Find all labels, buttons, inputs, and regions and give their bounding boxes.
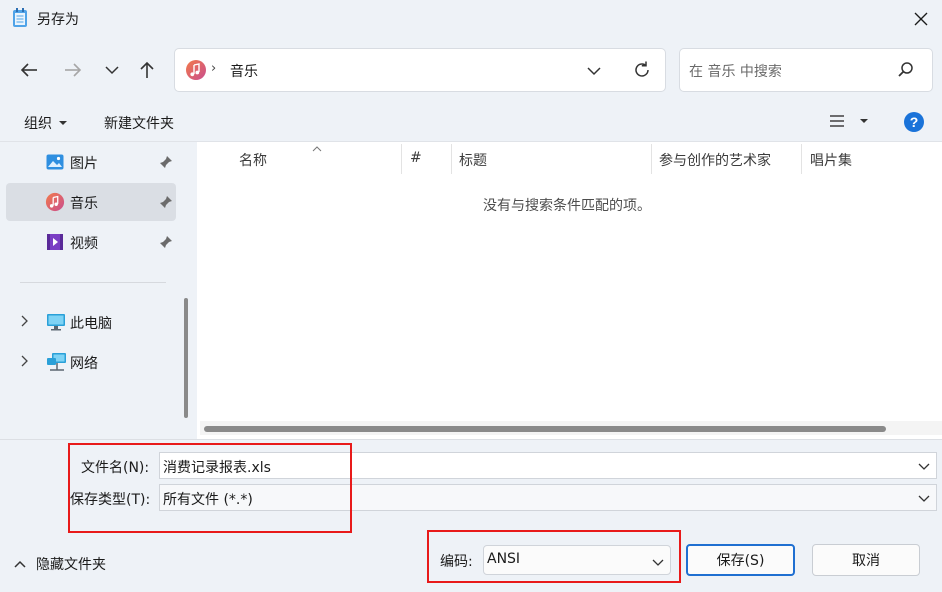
chevron-up-icon <box>14 560 26 568</box>
view-options-button[interactable] <box>829 114 869 128</box>
hide-folders-label: 隐藏文件夹 <box>36 557 106 573</box>
sidebar-item-label: 图片 <box>70 156 98 172</box>
chevron-down-icon <box>105 66 119 75</box>
column-divider[interactable] <box>651 144 652 174</box>
sidebar-item-label: 此电脑 <box>70 316 112 332</box>
sidebar-item-this-pc[interactable]: 此电脑 <box>6 303 176 341</box>
sidebar-item-network[interactable]: 网络 <box>6 343 176 381</box>
sidebar-item-videos[interactable]: 视频 <box>6 223 176 261</box>
window-title: 另存为 <box>37 12 79 28</box>
column-header-album[interactable]: 唱片集 <box>810 150 852 170</box>
divider <box>20 282 166 283</box>
refresh-button[interactable] <box>632 60 652 84</box>
pin-icon[interactable] <box>159 235 173 253</box>
music-icon <box>45 192 65 216</box>
refresh-icon <box>635 61 649 77</box>
organize-label: 组织 <box>24 116 52 132</box>
empty-list-message: 没有与搜索条件匹配的项。 <box>483 198 651 214</box>
search-icon[interactable] <box>897 61 915 83</box>
close-button[interactable] <box>900 4 942 34</box>
notepad-icon <box>12 8 28 28</box>
breadcrumb-chevron-icon: › <box>211 61 217 76</box>
help-button[interactable]: ? <box>904 112 924 136</box>
search-placeholder: 在 音乐 中搜索 <box>689 64 782 80</box>
column-header-title[interactable]: 标题 <box>459 150 487 170</box>
svg-text:?: ? <box>910 114 919 130</box>
new-folder-button[interactable]: 新建文件夹 <box>104 113 174 133</box>
navigation-pane: 图片 音乐 视频 此电脑 网络 <box>0 142 196 439</box>
sidebar-item-label: 网络 <box>70 356 98 372</box>
list-view-icon <box>830 115 844 127</box>
forward-arrow-icon <box>65 63 82 77</box>
chevron-down-icon[interactable] <box>918 459 930 475</box>
recent-locations-button[interactable] <box>96 54 128 86</box>
videos-icon <box>46 233 64 255</box>
up-button[interactable] <box>131 54 163 86</box>
caret-down-icon <box>59 121 67 125</box>
column-header-number[interactable]: # <box>410 150 422 166</box>
highlight-box <box>427 530 681 583</box>
up-arrow-icon <box>140 61 154 78</box>
file-list <box>197 142 942 439</box>
back-button[interactable] <box>13 54 45 86</box>
pictures-icon <box>46 153 64 175</box>
highlight-box <box>68 443 352 533</box>
sidebar-item-label: 音乐 <box>70 196 98 212</box>
column-divider[interactable] <box>801 144 802 174</box>
breadcrumb-music[interactable]: 音乐 <box>230 61 258 81</box>
sidebar-item-pictures[interactable]: 图片 <box>6 143 176 181</box>
hide-folders-toggle[interactable]: 隐藏文件夹 <box>14 554 106 574</box>
save-button[interactable]: 保存(S) <box>686 544 795 576</box>
sidebar-item-music[interactable]: 音乐 <box>6 183 176 221</box>
sidebar-scrollbar[interactable] <box>184 298 188 418</box>
back-arrow-icon <box>20 63 37 77</box>
column-divider[interactable] <box>451 144 452 174</box>
cancel-button[interactable]: 取消 <box>812 544 920 576</box>
chevron-down-icon <box>587 67 601 76</box>
sidebar-item-label: 视频 <box>70 236 98 252</box>
chevron-right-icon[interactable] <box>19 314 29 332</box>
help-icon: ? <box>904 112 924 132</box>
close-icon <box>914 12 928 26</box>
column-header-name[interactable]: 名称 <box>239 150 267 170</box>
caret-down-icon <box>860 119 868 123</box>
horizontal-scrollbar-thumb[interactable] <box>204 426 886 432</box>
pin-icon[interactable] <box>159 155 173 173</box>
title-bar <box>0 0 942 38</box>
this-pc-icon <box>46 313 66 335</box>
organize-menu[interactable]: 组织 <box>24 113 68 133</box>
music-icon <box>185 59 207 85</box>
address-dropdown-button[interactable] <box>586 64 602 80</box>
column-header-artists[interactable]: 参与创作的艺术家 <box>659 150 771 170</box>
chevron-down-icon[interactable] <box>918 491 930 507</box>
forward-button[interactable] <box>57 54 89 86</box>
network-icon <box>46 352 68 376</box>
sort-ascending-icon <box>312 140 322 156</box>
pin-icon[interactable] <box>159 195 173 213</box>
chevron-right-icon[interactable] <box>19 354 29 372</box>
column-divider[interactable] <box>401 144 402 174</box>
